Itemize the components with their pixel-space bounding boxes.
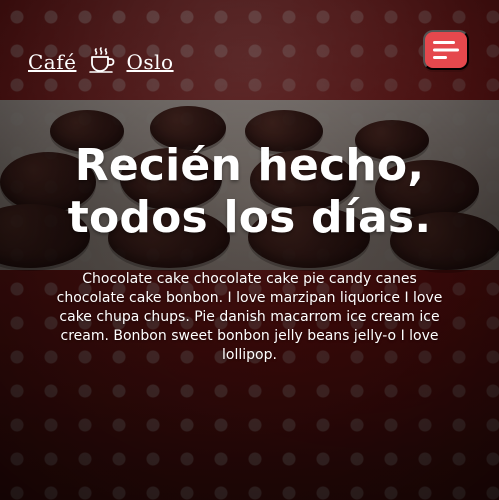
brand-name-right: Oslo xyxy=(126,50,174,74)
hero-title-line-1: Recién hecho, xyxy=(74,140,425,191)
brand-name-left: Café xyxy=(28,50,77,74)
coffee-cup-icon xyxy=(89,47,115,73)
hero-title: Recién hecho, todos los días. xyxy=(0,140,499,244)
hero-section: Café Oslo Recién hecho, todos los días. … xyxy=(0,0,499,500)
brand-logo[interactable]: Café Oslo xyxy=(28,47,174,77)
menu-button[interactable] xyxy=(423,30,469,70)
menu-icon xyxy=(433,41,459,59)
hero-description: Chocolate cake chocolate cake pie candy … xyxy=(56,271,443,363)
hero-title-line-2: todos los días. xyxy=(67,192,432,243)
